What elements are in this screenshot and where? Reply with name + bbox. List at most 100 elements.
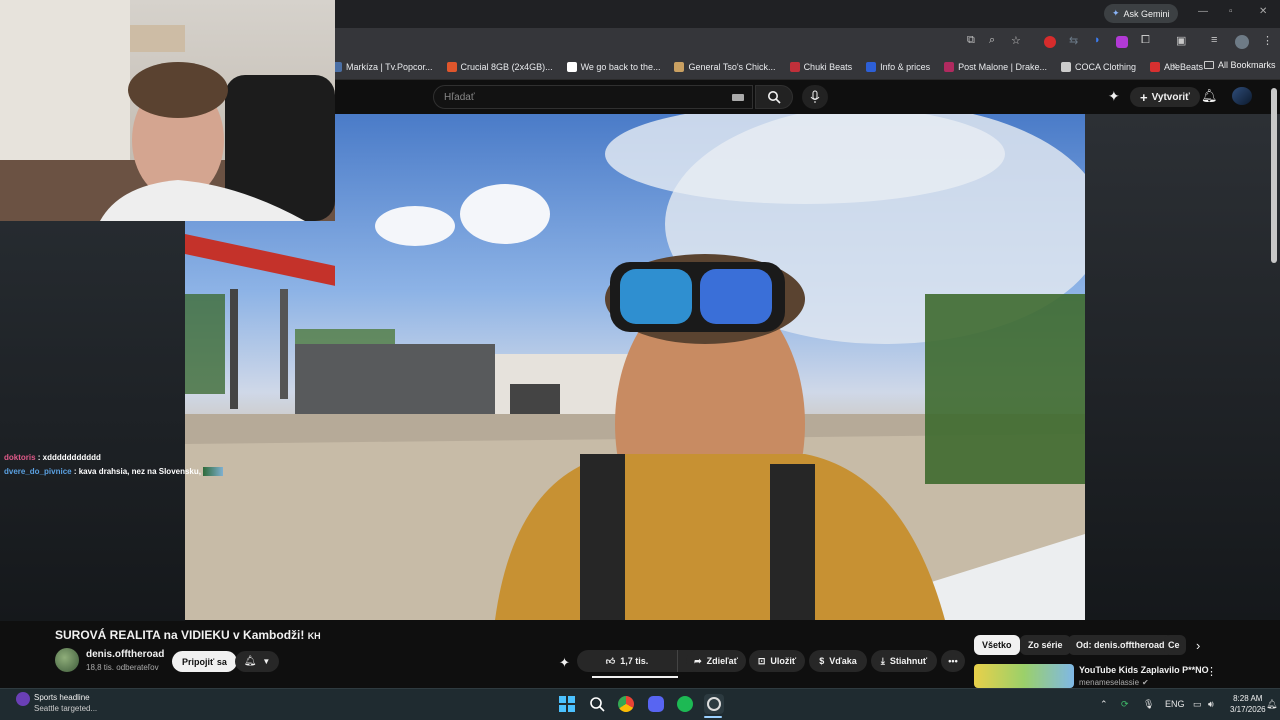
keyboard-icon[interactable]: [732, 93, 744, 101]
ask-gemini-button[interactable]: ✦ Ask Gemini: [1104, 4, 1178, 23]
notification-center-icon[interactable]: 🔔︎: [1266, 699, 1277, 710]
ask-gemini-label: Ask Gemini: [1123, 8, 1170, 19]
video-title: SUROVÁ REALITA na VIDIEKU v Kambodži! KH: [55, 628, 321, 642]
discord-taskbar-icon[interactable]: [646, 694, 666, 714]
system-clock[interactable]: 8:28 AM 3/17/2026: [1230, 693, 1266, 715]
search-button[interactable]: [755, 85, 793, 109]
minimize-icon[interactable]: —: [1198, 6, 1208, 17]
channel-name[interactable]: denis.offtheroad: [86, 649, 164, 660]
bookmark-label: Info & prices: [880, 61, 931, 72]
download-label: Stiahnuť: [889, 656, 928, 666]
chat-message: dvere_do_pivnice : kava drahsia, nez na …: [4, 467, 224, 477]
search-placeholder: Hľadať: [444, 91, 475, 103]
chevron-right-icon[interactable]: ›: [1196, 638, 1200, 653]
bookmark-label: Markíza | Tv.Popcor...: [346, 61, 433, 72]
windows-start-icon[interactable]: [557, 694, 577, 714]
bookmark-item[interactable]: We go back to the...: [566, 61, 661, 72]
channel-avatar[interactable]: [55, 648, 79, 672]
bookmark-label: COCA Clothing: [1075, 61, 1137, 72]
bookmark-favicon-icon: [944, 61, 955, 72]
chip-from-channel[interactable]: Od: denis.offtheroad: [1068, 635, 1173, 655]
save-button[interactable]: ⊡ Uložiť: [749, 650, 805, 672]
bookmark-item[interactable]: Chuki Beats: [789, 61, 852, 72]
obs-taskbar-icon[interactable]: [704, 694, 724, 714]
chat-username: dvere_do_pivnice: [4, 467, 72, 476]
bookmark-item[interactable]: COCA Clothing: [1061, 61, 1137, 72]
page-scrollbar[interactable]: [1271, 88, 1277, 263]
clock-time: 8:28 AM: [1233, 694, 1263, 703]
ambient-right-panel: [1085, 114, 1280, 620]
recommendation-title[interactable]: YouTube Kids Zaplavilo P**NO: [1079, 665, 1209, 675]
search-icon: [768, 91, 781, 104]
user-avatar[interactable]: [1232, 87, 1252, 105]
bookmark-label: Crucial 8GB (2x4GB)...: [460, 61, 553, 72]
zoom-icon[interactable]: ⌕: [989, 34, 995, 47]
bookmark-item[interactable]: Info & prices: [866, 61, 931, 72]
chip-all[interactable]: Všetko: [974, 635, 1020, 655]
gemini-sparkle-icon[interactable]: ✦: [1108, 88, 1120, 105]
extension-arrows-icon[interactable]: ⇆: [1069, 34, 1078, 47]
bookmark-label: We go back to the...: [580, 61, 661, 72]
folder-icon: [1204, 61, 1214, 69]
news-subtitle[interactable]: Seattle targeted...: [34, 704, 97, 713]
active-app-indicator: [704, 716, 722, 718]
join-button[interactable]: Pripojiť sa: [172, 651, 237, 672]
bookmark-item[interactable]: Post Malone | Drake...: [944, 61, 1047, 72]
extension-shazam-icon[interactable]: ◗: [1094, 34, 1101, 46]
language-indicator[interactable]: ENG: [1165, 699, 1185, 709]
verified-icon: ✔︎: [1142, 678, 1149, 687]
sidebar-icon[interactable]: ▣: [1176, 34, 1186, 47]
news-widget-icon[interactable]: [16, 692, 30, 706]
chip-more[interactable]: Ce: [1164, 635, 1186, 655]
bookmark-favicon-icon: [1061, 61, 1071, 72]
more-icon: •••: [948, 656, 958, 666]
spotify-taskbar-icon[interactable]: [675, 694, 695, 714]
more-actions-button[interactable]: •••: [941, 650, 965, 672]
notification-settings-button[interactable]: 🔔︎ ▼: [235, 651, 279, 672]
bookmark-label: General Tso's Chick...: [688, 61, 776, 72]
save-label: Uložiť: [770, 656, 797, 666]
download-button[interactable]: ⤓ Stiahnuť: [871, 650, 937, 672]
create-button[interactable]: + Vytvoriť: [1130, 87, 1200, 107]
search-input[interactable]: Hľadať: [433, 85, 753, 109]
recommendation-channel[interactable]: menameselassie ✔︎: [1079, 678, 1149, 687]
notifications-bell-icon[interactable]: 🔔︎: [1201, 88, 1218, 104]
share-label: Zdieľať: [706, 656, 738, 666]
chrome-menu-icon[interactable]: ⋮: [1262, 34, 1273, 47]
chip-series[interactable]: Zo série: [1020, 635, 1071, 655]
news-title[interactable]: Sports headline: [34, 693, 90, 702]
tray-app-icon[interactable]: ⟳: [1121, 699, 1129, 710]
all-bookmarks-button[interactable]: All Bookmarks: [1204, 60, 1276, 70]
taskbar-search-icon[interactable]: [587, 694, 607, 714]
flag-code: KH: [307, 631, 321, 641]
bookmark-item[interactable]: Crucial 8GB (2x4GB)...: [446, 61, 553, 72]
recommendation-menu-icon[interactable]: ⋮: [1206, 665, 1217, 678]
tray-mic-icon[interactable]: 🎙︎: [1143, 699, 1154, 710]
profile-avatar[interactable]: [1235, 35, 1249, 49]
bookmark-item[interactable]: Markíza | Tv.Popcor...: [332, 61, 433, 72]
tray-overflow-icon[interactable]: ⌃: [1100, 699, 1108, 710]
network-icon[interactable]: ▭: [1193, 699, 1202, 710]
voice-search-button[interactable]: [802, 85, 828, 109]
like-button[interactable]: 👍︎ 1,7 tis.: [577, 650, 678, 672]
create-label: Vytvoriť: [1151, 91, 1190, 103]
ask-sparkle-icon[interactable]: ✦: [559, 655, 570, 671]
subscriber-count: 18,8 tis. odberateľov: [86, 663, 159, 672]
share-button[interactable]: ➦ Zdieľať: [686, 650, 746, 672]
bookmark-star-icon[interactable]: ☆: [1011, 34, 1021, 47]
bookmark-item[interactable]: General Tso's Chick...: [674, 61, 776, 72]
extension-red-icon[interactable]: [1044, 36, 1056, 48]
media-controls-icon[interactable]: ≡: [1211, 34, 1217, 46]
extension-purple-icon[interactable]: [1116, 36, 1128, 48]
restore-icon[interactable]: ▫: [1229, 6, 1233, 17]
thanks-button[interactable]: $ Vďaka: [809, 650, 867, 672]
emote-icon: [203, 467, 224, 477]
like-ratio-bar: [592, 676, 678, 678]
cast-icon[interactable]: ⧉: [967, 34, 975, 47]
volume-icon[interactable]: 🔊︎: [1208, 699, 1214, 710]
close-icon[interactable]: ✕: [1259, 6, 1267, 17]
more-bookmarks-icon[interactable]: »: [1172, 60, 1178, 71]
chrome-taskbar-icon[interactable]: [616, 694, 636, 714]
recommendation-thumbnail[interactable]: [974, 664, 1074, 688]
extensions-puzzle-icon[interactable]: ⧠: [1141, 34, 1150, 47]
